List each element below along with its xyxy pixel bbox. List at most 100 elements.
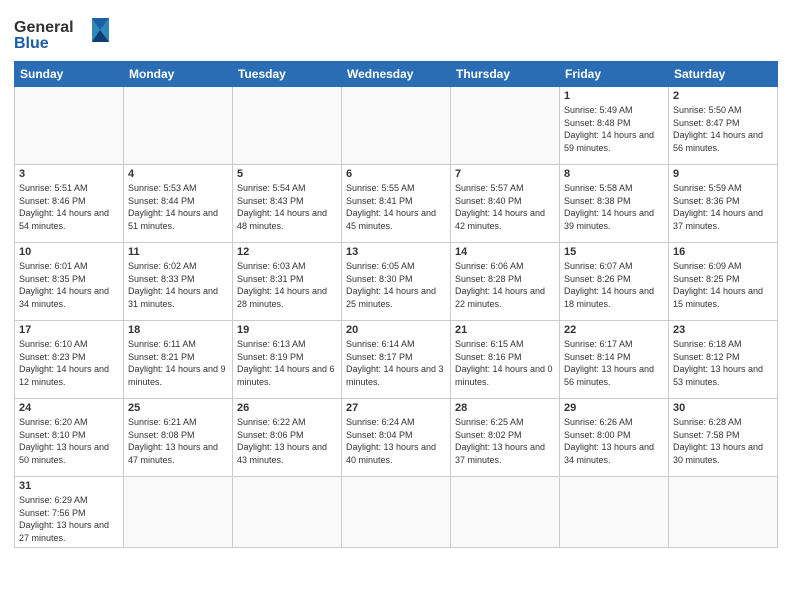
calendar-cell: 19 Sunrise: 6:13 AM Sunset: 8:19 PM Dayli… [233,321,342,399]
day-number: 22 [564,324,664,336]
day-number: 18 [128,324,228,336]
day-info: Sunrise: 6:09 AM Sunset: 8:25 PM Dayligh… [673,260,773,310]
logo-text: General Blue [14,10,124,55]
weekday-header-tuesday: Tuesday [233,62,342,87]
calendar-cell: 25 Sunrise: 6:21 AM Sunset: 8:08 PM Dayli… [124,399,233,477]
day-number: 9 [673,168,773,180]
day-number: 30 [673,402,773,414]
day-number: 13 [346,246,446,258]
day-info: Sunrise: 6:21 AM Sunset: 8:08 PM Dayligh… [128,416,228,466]
day-info: Sunrise: 6:22 AM Sunset: 8:06 PM Dayligh… [237,416,337,466]
day-number: 5 [237,168,337,180]
day-number: 12 [237,246,337,258]
calendar-cell: 28Sunrise: 6:25 AM Sunset: 8:02 PM Dayli… [451,399,560,477]
calendar-cell [233,477,342,548]
weekday-header-wednesday: Wednesday [342,62,451,87]
week-row-5: 31 Sunrise: 6:29 AM Sunset: 7:56 PM Dayli… [15,477,778,548]
day-number: 21 [455,324,555,336]
calendar-cell: 1 Sunrise: 5:49 AM Sunset: 8:48 PM Daylig… [560,87,669,165]
calendar-cell: 17 Sunrise: 6:10 AM Sunset: 8:23 PM Dayli… [15,321,124,399]
calendar-cell [124,87,233,165]
day-info: Sunrise: 5:59 AM Sunset: 8:36 PM Dayligh… [673,182,773,232]
day-info: Sunrise: 5:54 AM Sunset: 8:43 PM Dayligh… [237,182,337,232]
day-number: 25 [128,402,228,414]
day-number: 20 [346,324,446,336]
calendar-cell: 24Sunrise: 6:20 AM Sunset: 8:10 PM Dayli… [15,399,124,477]
page: General Blue SundayMondayTuesdayWednesda… [0,0,792,612]
calendar-cell: 21Sunrise: 6:15 AM Sunset: 8:16 PM Dayli… [451,321,560,399]
calendar-cell [124,477,233,548]
day-info: Sunrise: 6:13 AM Sunset: 8:19 PM Dayligh… [237,338,337,388]
day-info: Sunrise: 6:28 AM Sunset: 7:58 PM Dayligh… [673,416,773,466]
day-info: Sunrise: 5:55 AM Sunset: 8:41 PM Dayligh… [346,182,446,232]
day-info: Sunrise: 5:50 AM Sunset: 8:47 PM Dayligh… [673,104,773,154]
day-info: Sunrise: 5:53 AM Sunset: 8:44 PM Dayligh… [128,182,228,232]
calendar-cell: 27Sunrise: 6:24 AM Sunset: 8:04 PM Dayli… [342,399,451,477]
calendar-cell: 7Sunrise: 5:57 AM Sunset: 8:40 PM Daylig… [451,165,560,243]
day-info: Sunrise: 6:29 AM Sunset: 7:56 PM Dayligh… [19,494,119,544]
day-number: 27 [346,402,446,414]
day-number: 17 [19,324,119,336]
logo: General Blue [14,10,124,55]
calendar-cell: 8Sunrise: 5:58 AM Sunset: 8:38 PM Daylig… [560,165,669,243]
calendar-cell: 26Sunrise: 6:22 AM Sunset: 8:06 PM Dayli… [233,399,342,477]
day-number: 28 [455,402,555,414]
svg-text:Blue: Blue [14,35,49,50]
svg-text:General: General [14,19,74,36]
day-info: Sunrise: 5:51 AM Sunset: 8:46 PM Dayligh… [19,182,119,232]
week-row-2: 10 Sunrise: 6:01 AM Sunset: 8:35 PM Dayli… [15,243,778,321]
day-info: Sunrise: 6:07 AM Sunset: 8:26 PM Dayligh… [564,260,664,310]
calendar-cell: 9 Sunrise: 5:59 AM Sunset: 8:36 PM Daylig… [669,165,778,243]
day-info: Sunrise: 5:49 AM Sunset: 8:48 PM Dayligh… [564,104,664,154]
week-row-4: 24Sunrise: 6:20 AM Sunset: 8:10 PM Dayli… [15,399,778,477]
day-number: 31 [19,480,119,492]
day-info: Sunrise: 6:03 AM Sunset: 8:31 PM Dayligh… [237,260,337,310]
calendar-cell: 18 Sunrise: 6:11 AM Sunset: 8:21 PM Dayli… [124,321,233,399]
day-info: Sunrise: 6:01 AM Sunset: 8:35 PM Dayligh… [19,260,119,310]
day-number: 23 [673,324,773,336]
week-row-3: 17 Sunrise: 6:10 AM Sunset: 8:23 PM Dayli… [15,321,778,399]
calendar-cell: 22Sunrise: 6:17 AM Sunset: 8:14 PM Dayli… [560,321,669,399]
calendar-cell [342,87,451,165]
day-number: 29 [564,402,664,414]
day-number: 11 [128,246,228,258]
calendar-cell: 29 Sunrise: 6:26 AM Sunset: 8:00 PM Dayli… [560,399,669,477]
week-row-0: 1 Sunrise: 5:49 AM Sunset: 8:48 PM Daylig… [15,87,778,165]
day-number: 24 [19,402,119,414]
calendar-cell [451,477,560,548]
day-info: Sunrise: 6:14 AM Sunset: 8:17 PM Dayligh… [346,338,446,388]
day-number: 6 [346,168,446,180]
calendar-cell: 23 Sunrise: 6:18 AM Sunset: 8:12 PM Dayli… [669,321,778,399]
day-number: 2 [673,90,773,102]
day-number: 3 [19,168,119,180]
day-number: 1 [564,90,664,102]
day-info: Sunrise: 5:57 AM Sunset: 8:40 PM Dayligh… [455,182,555,232]
calendar-cell: 2 Sunrise: 5:50 AM Sunset: 8:47 PM Daylig… [669,87,778,165]
day-number: 19 [237,324,337,336]
calendar-cell: 5 Sunrise: 5:54 AM Sunset: 8:43 PM Daylig… [233,165,342,243]
day-info: Sunrise: 6:11 AM Sunset: 8:21 PM Dayligh… [128,338,228,388]
calendar-cell [560,477,669,548]
calendar-cell: 15 Sunrise: 6:07 AM Sunset: 8:26 PM Dayli… [560,243,669,321]
calendar-cell: 3 Sunrise: 5:51 AM Sunset: 8:46 PM Daylig… [15,165,124,243]
calendar-cell [669,477,778,548]
day-info: Sunrise: 6:05 AM Sunset: 8:30 PM Dayligh… [346,260,446,310]
day-info: Sunrise: 6:18 AM Sunset: 8:12 PM Dayligh… [673,338,773,388]
weekday-header-friday: Friday [560,62,669,87]
calendar-cell: 14Sunrise: 6:06 AM Sunset: 8:28 PM Dayli… [451,243,560,321]
calendar-cell: 30 Sunrise: 6:28 AM Sunset: 7:58 PM Dayli… [669,399,778,477]
calendar-cell: 10 Sunrise: 6:01 AM Sunset: 8:35 PM Dayli… [15,243,124,321]
day-number: 4 [128,168,228,180]
calendar-cell: 12 Sunrise: 6:03 AM Sunset: 8:31 PM Dayli… [233,243,342,321]
day-number: 15 [564,246,664,258]
calendar-cell: 11Sunrise: 6:02 AM Sunset: 8:33 PM Dayli… [124,243,233,321]
weekday-header-thursday: Thursday [451,62,560,87]
day-info: Sunrise: 6:26 AM Sunset: 8:00 PM Dayligh… [564,416,664,466]
calendar-cell [342,477,451,548]
day-number: 16 [673,246,773,258]
weekday-header-row: SundayMondayTuesdayWednesdayThursdayFrid… [15,62,778,87]
day-number: 8 [564,168,664,180]
day-info: Sunrise: 6:10 AM Sunset: 8:23 PM Dayligh… [19,338,119,388]
calendar-cell: 13 Sunrise: 6:05 AM Sunset: 8:30 PM Dayli… [342,243,451,321]
day-number: 10 [19,246,119,258]
